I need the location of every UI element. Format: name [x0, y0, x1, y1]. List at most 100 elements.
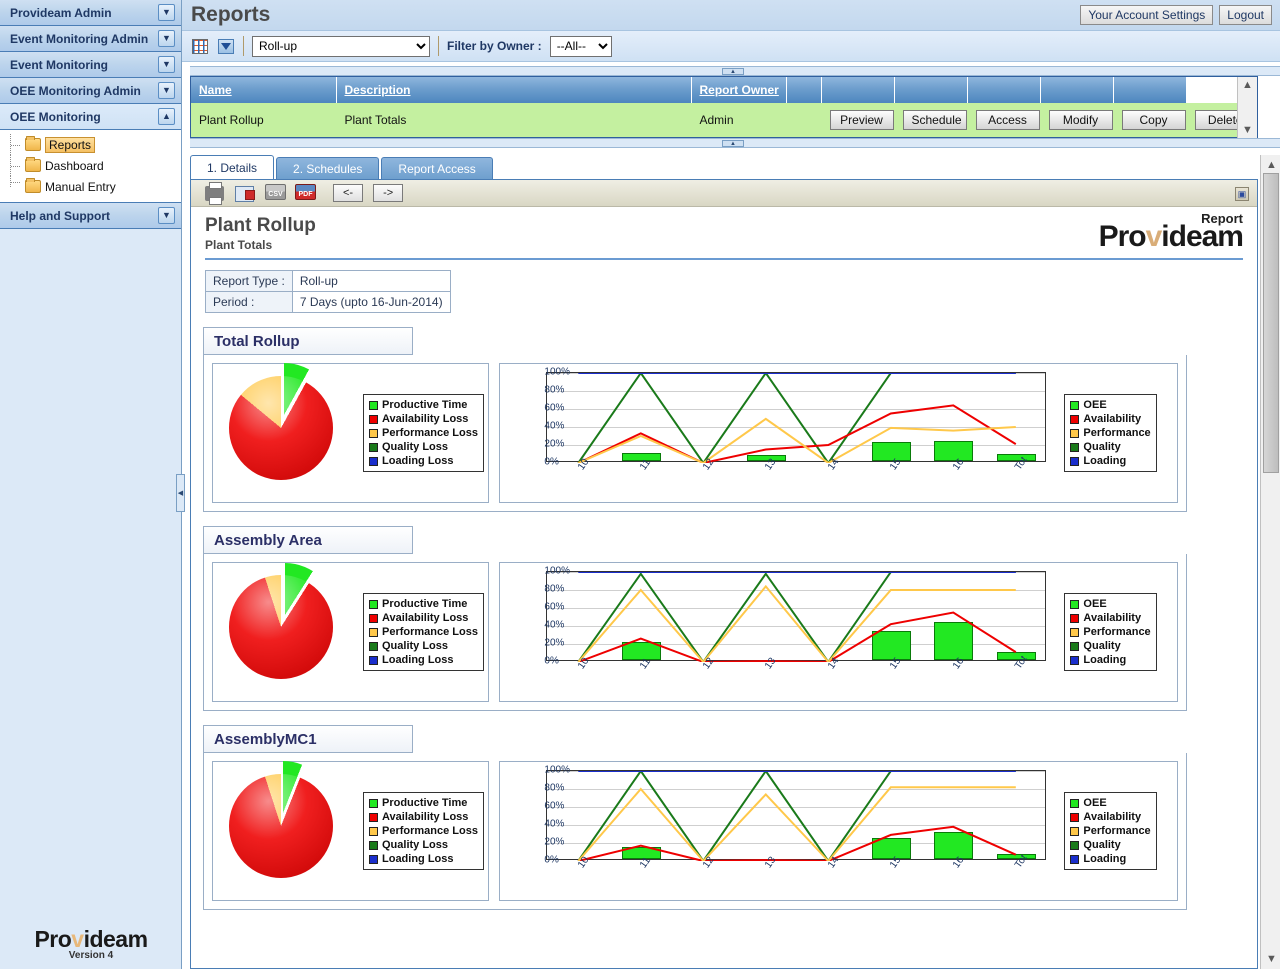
- column-header-blank-6: [967, 77, 1041, 103]
- legend-row: Quality Loss: [369, 440, 478, 454]
- legend-row: Performance Loss: [369, 824, 478, 838]
- pdf-icon[interactable]: PDF: [295, 184, 316, 202]
- nav-group-provideam-admin[interactable]: Provideam Admin ▼: [0, 0, 181, 26]
- tab-2-schedules[interactable]: 2. Schedules: [276, 157, 380, 180]
- column-header-name[interactable]: Name: [191, 77, 337, 103]
- account-settings-button[interactable]: Your Account Settings: [1080, 5, 1214, 25]
- legend-row: Performance: [1070, 426, 1151, 440]
- line-chart: 0%20%40%60%80%100%10111213141516Tot: [504, 765, 1064, 896]
- report-vertical-scrollbar[interactable]: ▲ ▼: [1260, 155, 1280, 969]
- provideam-wordmark: Provideam: [34, 926, 148, 953]
- copy-button[interactable]: Copy: [1121, 110, 1186, 130]
- report-section: Total Rollup Productive Time Availability …: [203, 327, 1257, 512]
- logo-post: ideam: [83, 926, 148, 952]
- report-logo: Report Provideam: [1098, 211, 1244, 254]
- table-row[interactable]: Plant Rollup Plant Totals Admin Preview Sche…: [191, 103, 1257, 137]
- chart-series-svg: [577, 572, 1017, 662]
- folder-icon: [25, 136, 41, 151]
- column-header-blank-8: [1113, 77, 1187, 103]
- email-icon[interactable]: [235, 184, 255, 202]
- column-header-description[interactable]: Description: [336, 77, 692, 103]
- nav-group-help-and-support[interactable]: Help and Support ▼: [0, 203, 181, 229]
- nav-group-event-monitoring[interactable]: Event Monitoring ▼: [0, 52, 181, 78]
- chevron-down-icon[interactable]: ▼: [158, 82, 175, 99]
- access-button[interactable]: Access: [975, 110, 1040, 130]
- legend-swatch: [1070, 414, 1080, 424]
- section-body: Productive Time Availability Loss Performa…: [203, 554, 1187, 711]
- legend-label: Productive Time: [382, 399, 468, 411]
- owner-filter-select[interactable]: --All--: [549, 35, 612, 57]
- grid-icon[interactable]: [191, 38, 209, 55]
- sidebar-collapse-handle[interactable]: ◀: [176, 474, 185, 512]
- list-scroll-strip-top[interactable]: ▲: [190, 66, 1280, 76]
- close-icon[interactable]: ▣: [1235, 187, 1249, 201]
- scroll-up-icon[interactable]: ▲: [1242, 80, 1253, 91]
- cell-spacer: [786, 103, 822, 137]
- scroll-up-handle[interactable]: ▲: [722, 68, 744, 75]
- info-row: Report Type : Roll-up: [205, 270, 451, 292]
- csv-icon[interactable]: CSV: [265, 184, 286, 202]
- legend-swatch: [1070, 641, 1080, 651]
- modify-button[interactable]: Modify: [1048, 110, 1113, 130]
- legend-row: Performance Loss: [369, 625, 478, 639]
- legend-label: OEE: [1083, 797, 1107, 809]
- chevron-down-icon[interactable]: ▼: [158, 30, 175, 47]
- chart-plot-area: [546, 770, 1047, 861]
- list-scroll-strip-bottom[interactable]: ▲: [190, 138, 1280, 148]
- chevron-down-icon[interactable]: ▼: [158, 4, 175, 21]
- tab-1-details[interactable]: 1. Details: [190, 155, 275, 180]
- tab-report-access[interactable]: Report Access: [381, 157, 493, 180]
- legend-swatch: [1070, 854, 1080, 864]
- legend-label: Loading: [1083, 455, 1127, 467]
- legend-row: Loading Loss: [369, 653, 478, 667]
- filter-toolbar: Roll-up Filter by Owner : --All--: [182, 31, 1280, 62]
- report-type-select[interactable]: Roll-up: [252, 35, 430, 57]
- logout-button[interactable]: Logout: [1219, 5, 1272, 25]
- legend-row: Loading Loss: [369, 454, 478, 468]
- scroll-down-handle[interactable]: ▲: [722, 140, 744, 147]
- column-header-report-owner[interactable]: Report Owner: [691, 77, 787, 103]
- info-row: Period :7 Days (upto 16-Jun-2014): [205, 291, 451, 313]
- legend-row: Performance: [1070, 625, 1151, 639]
- sidebar-item-reports[interactable]: Reports: [0, 134, 181, 155]
- legend-row: Availability: [1070, 810, 1150, 824]
- legend-row: OEE: [1070, 796, 1150, 810]
- nav-group-event-monitoring-admin[interactable]: Event Monitoring Admin ▼: [0, 26, 181, 52]
- schedule-button[interactable]: Schedule: [902, 110, 967, 130]
- report-scroll-up-icon[interactable]: ▲: [1266, 159, 1277, 171]
- scroll-down-icon[interactable]: ▼: [1242, 125, 1253, 136]
- legend-row: Loading: [1070, 653, 1150, 667]
- previous-page-button[interactable]: <-: [333, 184, 364, 202]
- legend-label: Availability Loss: [382, 413, 469, 425]
- legend-swatch: [369, 840, 378, 850]
- report-scroll-thumb[interactable]: [1263, 173, 1279, 473]
- report-section: Assembly Area Productive Time Availability…: [203, 526, 1257, 711]
- nav-group-oee-monitoring[interactable]: OEE Monitoring ▲: [0, 104, 181, 130]
- sidebar-item-manual-entry[interactable]: Manual Entry: [0, 176, 181, 197]
- preview-button[interactable]: Preview: [829, 110, 894, 130]
- report-logo-pre: Pro: [1098, 220, 1147, 253]
- sidebar-item-dashboard[interactable]: Dashboard: [0, 155, 181, 176]
- legend-row: Performance Loss: [369, 426, 478, 440]
- toolbar-divider-2: [438, 36, 439, 56]
- report-scroll-down-icon[interactable]: ▼: [1266, 953, 1277, 965]
- legend-row: Performance: [1070, 824, 1151, 838]
- chevron-up-icon[interactable]: ▲: [158, 108, 175, 125]
- chart-plot-area: [546, 372, 1047, 463]
- folder-icon: [25, 157, 41, 172]
- cell-name: Plant Rollup: [191, 103, 337, 137]
- info-value: Roll-up: [291, 270, 451, 292]
- info-key: Report Type :: [205, 270, 293, 292]
- funnel-icon[interactable]: [217, 38, 235, 55]
- legend-swatch: [369, 599, 378, 609]
- chevron-down-icon[interactable]: ▼: [158, 207, 175, 224]
- grid-vertical-scrollbar[interactable]: ▲ ▼: [1237, 77, 1257, 139]
- chart-legend: Productive Time Availability Loss Performa…: [363, 792, 484, 870]
- legend-swatch: [1070, 812, 1080, 822]
- line-panel: 0%20%40%60%80%100%10111213141516Tot OEE Av…: [499, 761, 1178, 901]
- legend-label: Loading: [1083, 654, 1127, 666]
- chevron-down-icon[interactable]: ▼: [158, 56, 175, 73]
- print-icon[interactable]: [205, 182, 225, 205]
- nav-group-oee-monitoring-admin[interactable]: OEE Monitoring Admin ▼: [0, 78, 181, 104]
- next-page-button[interactable]: ->: [373, 184, 404, 202]
